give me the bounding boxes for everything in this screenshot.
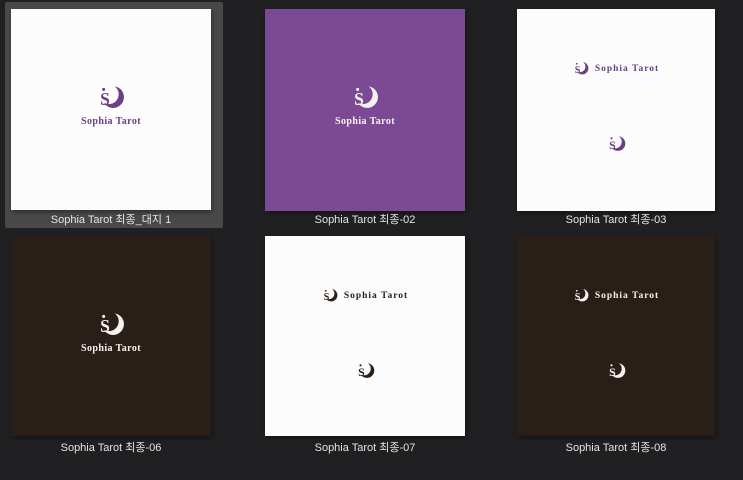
logo-monogram: S (100, 89, 110, 109)
logo-stacked-lockup: S Sophia Tarot (265, 83, 465, 127)
logo-wordmark: Sophia Tarot (594, 64, 660, 74)
logo-monogram: S (575, 65, 581, 76)
crescent-moon-logo-icon: S (99, 311, 124, 336)
logo-solo-mark: S (517, 134, 715, 155)
artboard-thumbnail-6[interactable]: S Sophia Tarot S (517, 236, 715, 436)
logo-stacked-lockup: S Sophia Tarot (11, 310, 211, 354)
logo-monogram: S (575, 292, 581, 303)
artboard-label-2[interactable]: Sophia Tarot 최종-02 (265, 213, 465, 227)
artboard-thumbnail-4[interactable]: S Sophia Tarot (11, 236, 211, 436)
logo-monogram: S (354, 89, 364, 109)
logo-monogram: S (358, 365, 365, 379)
logo-wordmark: Sophia Tarot (594, 291, 660, 301)
logo-monogram: S (100, 316, 110, 336)
crescent-moon-logo-icon: S (323, 288, 338, 303)
artboard-label-5[interactable]: Sophia Tarot 최종-07 (265, 441, 465, 455)
logo-horizontal-lockup: S Sophia Tarot (265, 287, 465, 305)
artboard-thumbnail-5[interactable]: S Sophia Tarot S (265, 236, 465, 436)
artboard-export-grid: S Sophia Tarot Sophia Tarot 최종_대지 1 S So… (0, 0, 743, 480)
logo-wordmark: Sophia Tarot (335, 116, 395, 127)
logo-wordmark: Sophia Tarot (81, 343, 141, 354)
crescent-moon-logo-icon: S (353, 84, 378, 109)
crescent-moon-logo-icon: S (99, 84, 124, 109)
crescent-moon-logo-icon: S (574, 61, 589, 76)
logo-monogram: S (324, 292, 330, 303)
crescent-moon-logo-icon: S (607, 362, 625, 379)
logo-solo-mark: S (517, 361, 715, 382)
logo-solo-mark: S (265, 361, 465, 382)
logo-monogram: S (609, 365, 616, 379)
logo-wordmark: Sophia Tarot (343, 291, 409, 301)
logo-wordmark: Sophia Tarot (81, 116, 141, 127)
artboard-thumbnail-2[interactable]: S Sophia Tarot (265, 9, 465, 211)
crescent-moon-logo-icon: S (356, 362, 374, 379)
crescent-moon-logo-icon: S (574, 288, 589, 303)
logo-horizontal-lockup: S Sophia Tarot (517, 287, 715, 305)
artboard-thumbnail-3[interactable]: S Sophia Tarot S (517, 9, 715, 211)
artboard-label-6[interactable]: Sophia Tarot 최종-08 (517, 441, 715, 455)
logo-stacked-lockup: S Sophia Tarot (11, 83, 211, 127)
artboard-label-1[interactable]: Sophia Tarot 최종_대지 1 (11, 213, 211, 227)
logo-horizontal-lockup: S Sophia Tarot (517, 60, 715, 78)
crescent-moon-logo-icon: S (607, 135, 625, 152)
logo-monogram: S (609, 138, 616, 152)
artboard-thumbnail-1[interactable]: S Sophia Tarot (11, 9, 211, 210)
artboard-label-4[interactable]: Sophia Tarot 최종-06 (11, 441, 211, 455)
artboard-label-3[interactable]: Sophia Tarot 최종-03 (517, 213, 715, 227)
